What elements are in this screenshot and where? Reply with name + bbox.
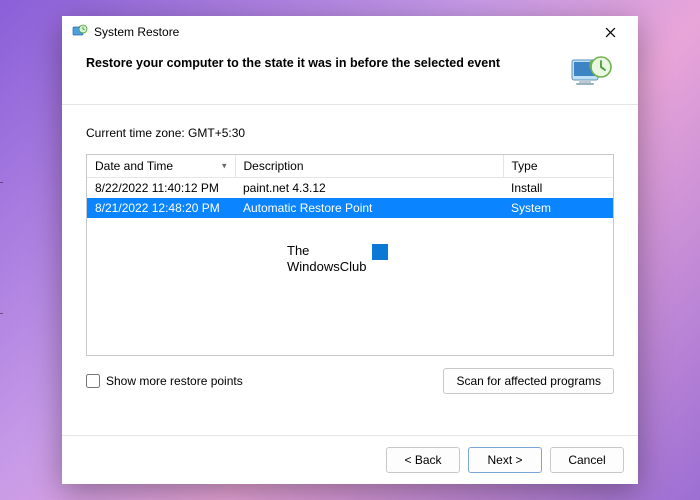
cell-datetime: 8/21/2022 12:48:20 PM (87, 198, 235, 218)
titlebar: System Restore (62, 16, 638, 48)
scan-affected-button[interactable]: Scan for affected programs (443, 368, 614, 394)
table-header-row[interactable]: Date and Time ▾ Description Type (87, 155, 613, 178)
timezone-label: Current time zone: GMT+5:30 (86, 126, 614, 140)
show-more-checkbox-input[interactable] (86, 374, 100, 388)
header-heading: Restore your computer to the state it wa… (86, 54, 558, 70)
close-button[interactable] (590, 18, 630, 46)
header-region: Restore your computer to the state it wa… (62, 48, 638, 104)
sort-indicator-icon: ▾ (222, 161, 227, 172)
show-more-checkbox[interactable]: Show more restore points (86, 374, 243, 388)
cell-type: System (503, 198, 613, 218)
watermark-logo-icon (372, 244, 388, 260)
back-button[interactable]: < Back (386, 447, 460, 473)
show-more-label: Show more restore points (106, 374, 243, 388)
lower-controls: Show more restore points Scan for affect… (86, 368, 614, 394)
system-restore-window: System Restore Restore your computer to … (62, 16, 638, 484)
restore-points-table[interactable]: Date and Time ▾ Description Type 8/22/20… (86, 154, 614, 356)
next-button[interactable]: Next > (468, 447, 542, 473)
window-title: System Restore (94, 25, 584, 39)
column-datetime-label: Date and Time (95, 159, 173, 173)
system-restore-icon (72, 24, 88, 40)
watermark: The WindowsClub (287, 243, 388, 276)
restore-monitor-icon (570, 54, 614, 94)
watermark-text: The WindowsClub (287, 243, 366, 276)
footer: < Back Next > Cancel (62, 435, 638, 484)
column-description[interactable]: Description (235, 155, 503, 178)
body-region: Current time zone: GMT+5:30 Date and Tim… (62, 104, 638, 435)
cell-description: Automatic Restore Point (235, 198, 503, 218)
cell-description: paint.net 4.3.12 (235, 178, 503, 199)
background-edge (0, 182, 3, 314)
table-row[interactable]: 8/21/2022 12:48:20 PM Automatic Restore … (87, 198, 613, 218)
cell-type: Install (503, 178, 613, 199)
cell-datetime: 8/22/2022 11:40:12 PM (87, 178, 235, 199)
column-type[interactable]: Type (503, 155, 613, 178)
column-datetime[interactable]: Date and Time ▾ (87, 155, 235, 178)
cancel-button[interactable]: Cancel (550, 447, 624, 473)
table-row[interactable]: 8/22/2022 11:40:12 PM paint.net 4.3.12 I… (87, 178, 613, 199)
